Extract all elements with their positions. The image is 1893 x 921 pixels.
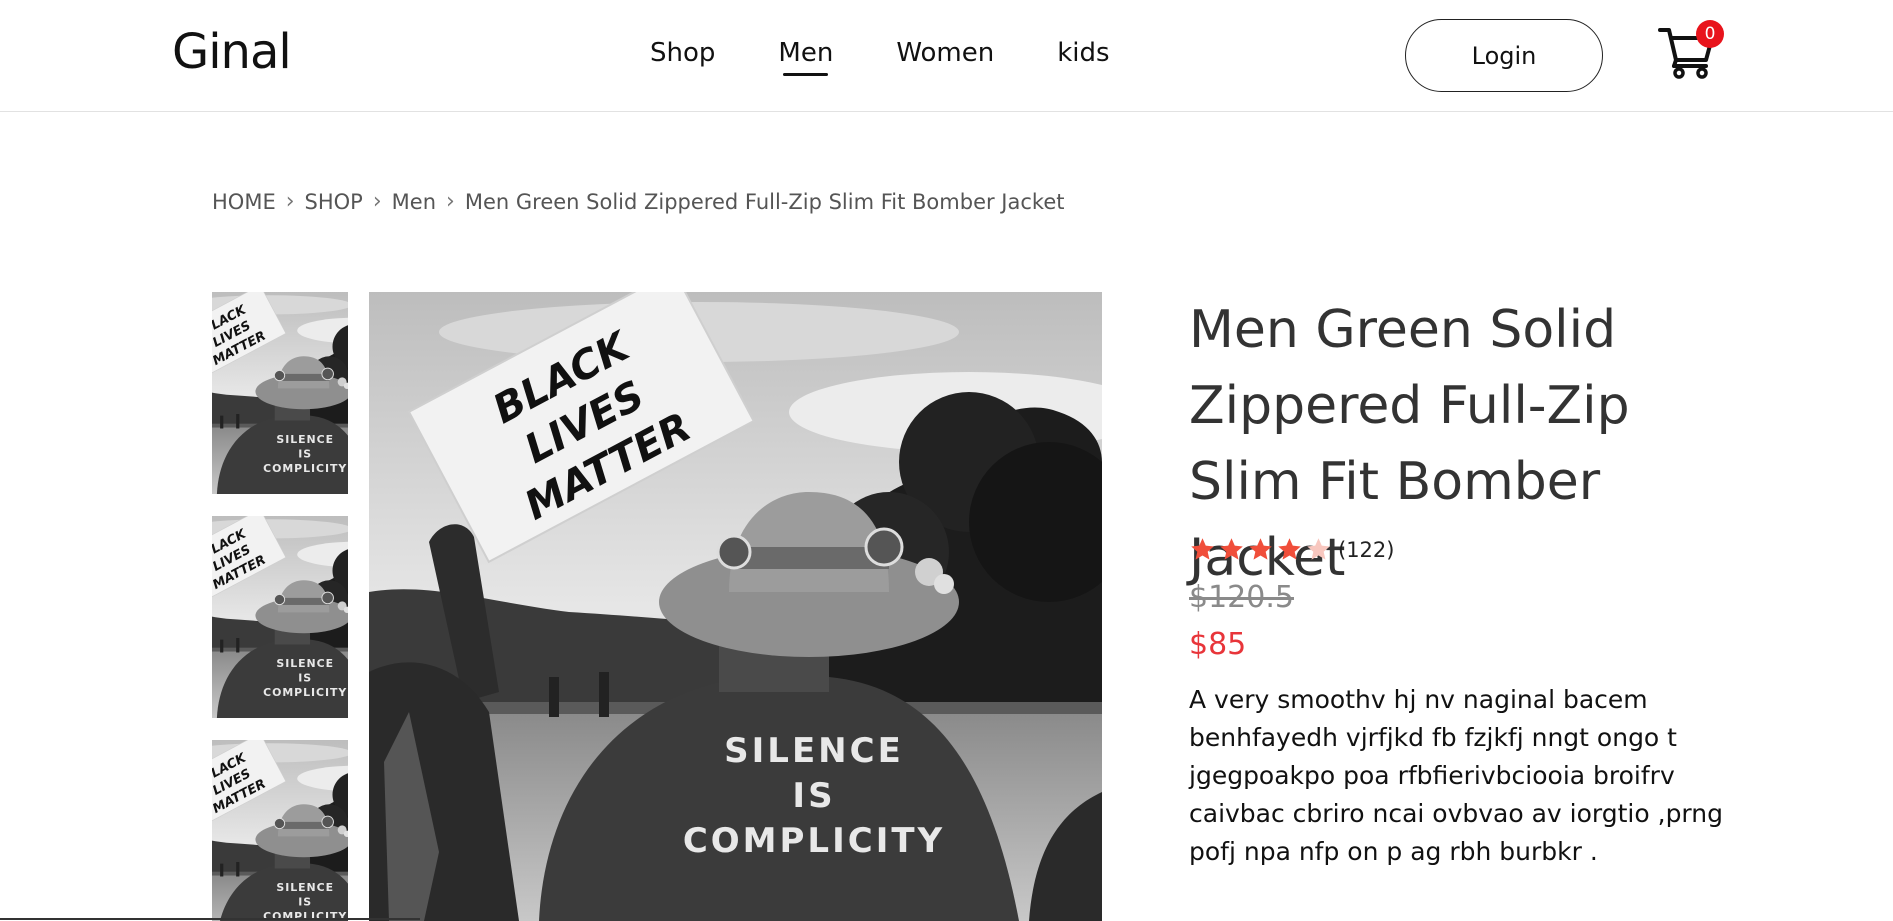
nav-link-shop[interactable]: Shop bbox=[650, 38, 715, 68]
divider bbox=[0, 918, 420, 920]
nav-link-men[interactable]: Men bbox=[778, 38, 833, 76]
main-nav: Shop Men Women kids bbox=[650, 38, 1173, 76]
chevron-right-icon: › bbox=[446, 189, 455, 214]
nav-link-kids[interactable]: kids bbox=[1057, 38, 1109, 68]
nav-link-women[interactable]: Women bbox=[896, 38, 994, 68]
breadcrumb: HOME › SHOP › Men › Men Green Solid Zipp… bbox=[212, 189, 1064, 214]
product-rating: (122) bbox=[1189, 536, 1394, 563]
breadcrumb-shop[interactable]: SHOP bbox=[305, 190, 363, 214]
product-thumbnail[interactable] bbox=[212, 516, 348, 718]
star-empty-icon bbox=[1307, 538, 1330, 560]
login-button[interactable]: Login bbox=[1405, 19, 1603, 92]
cart-count-badge: 0 bbox=[1696, 20, 1724, 48]
star-icon bbox=[1249, 538, 1272, 560]
sale-price: $85 bbox=[1189, 627, 1247, 662]
original-price: $120.5 bbox=[1189, 580, 1294, 615]
star-icon bbox=[1278, 538, 1301, 560]
product-main-image: BLACK LIVES MATTER SILENCE IS bbox=[369, 292, 1102, 921]
thumbnail-gallery bbox=[212, 292, 348, 921]
breadcrumb-men[interactable]: Men bbox=[392, 190, 436, 214]
brand-logo[interactable]: Ginal bbox=[172, 24, 292, 80]
breadcrumb-current: Men Green Solid Zippered Full-Zip Slim F… bbox=[464, 189, 1065, 214]
product-thumbnail[interactable] bbox=[212, 740, 348, 921]
breadcrumb-home[interactable]: HOME bbox=[212, 190, 276, 214]
top-navbar: Ginal Shop Men Women kids Login 0 bbox=[0, 0, 1893, 112]
chevron-right-icon: › bbox=[285, 189, 295, 214]
cart-button[interactable]: 0 bbox=[1658, 20, 1724, 80]
star-icon bbox=[1220, 538, 1243, 560]
product-thumbnail[interactable] bbox=[212, 292, 348, 494]
star-icon bbox=[1191, 538, 1214, 560]
chevron-right-icon: › bbox=[372, 189, 382, 214]
review-count[interactable]: (122) bbox=[1338, 538, 1394, 562]
product-description: A very smoothv hj nv naginal bacem benhf… bbox=[1189, 685, 1723, 866]
